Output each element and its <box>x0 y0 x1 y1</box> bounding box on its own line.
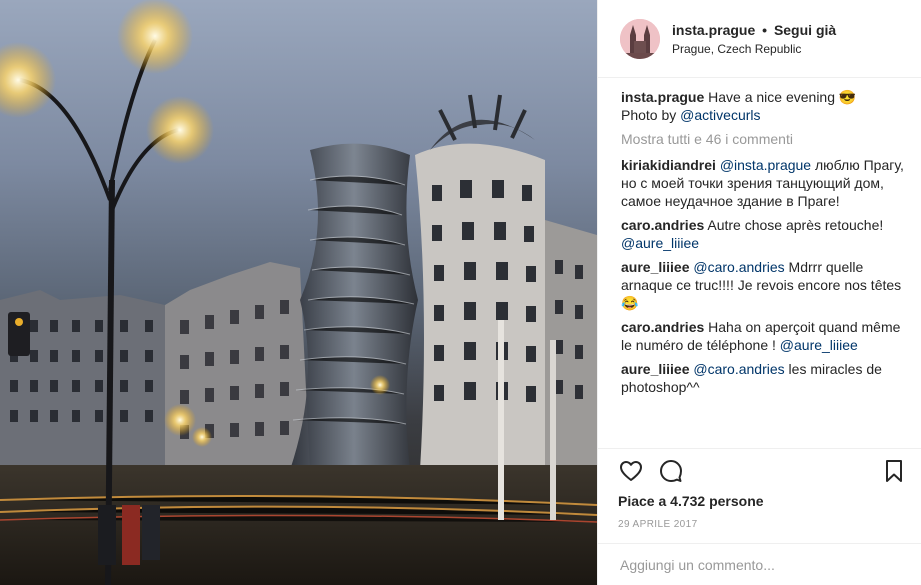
comment-item: aure_liiiee @caro.andries Mdrrr quelle a… <box>621 258 907 312</box>
caption-username[interactable]: insta.prague <box>621 89 704 105</box>
comment-username[interactable]: aure_liiiee <box>621 361 690 377</box>
avatar[interactable] <box>620 18 660 59</box>
caption-credit-mention[interactable]: @activecurls <box>680 107 760 123</box>
comment-item: aure_liiiee @caro.andries les miracles d… <box>621 360 907 396</box>
dancing-house-image <box>0 0 597 585</box>
comment-icon[interactable] <box>658 458 684 484</box>
comment-username[interactable]: caro.andries <box>621 319 704 335</box>
comment-item: kiriakidiandrei @insta.prague люблю Праг… <box>621 156 907 210</box>
comment-mention[interactable]: @insta.prague <box>720 157 811 173</box>
comment-mention[interactable]: @caro.andries <box>693 259 784 275</box>
post-side-panel: insta.prague • Segui già Prague, Czech R… <box>597 0 921 585</box>
tyn-church-avatar-image <box>620 18 660 59</box>
follow-button[interactable]: Segui già <box>774 22 836 38</box>
comment-item: caro.andries Autre chose après retouche!… <box>621 216 907 252</box>
caption: insta.prague Have a nice evening 😎 Photo… <box>621 88 907 124</box>
post-date: 29 APRILE 2017 <box>618 519 698 530</box>
comment-username[interactable]: caro.andries <box>621 217 704 233</box>
caption-text: Have a nice evening 😎 <box>708 89 857 105</box>
caption-credit-prefix: Photo by <box>621 107 681 123</box>
likes-count[interactable]: Piace a 4.732 persone <box>618 493 907 509</box>
comment-text: Autre chose après retouche! <box>704 217 884 233</box>
comment-mention[interactable]: @caro.andries <box>693 361 784 377</box>
header-separator: • <box>762 22 768 38</box>
post-photo[interactable] <box>0 0 597 585</box>
comment-item: caro.andries Haha on aperçoit quand même… <box>621 318 907 354</box>
post-view: insta.prague • Segui già Prague, Czech R… <box>0 0 921 585</box>
post-actions: Piace a 4.732 persone 29 APRILE 2017 <box>598 448 921 530</box>
post-header: insta.prague • Segui già Prague, Czech R… <box>598 0 921 78</box>
add-comment-input[interactable] <box>618 555 902 574</box>
comment-mention[interactable]: @aure_liiiee <box>621 235 699 251</box>
comment-mention[interactable]: @aure_liiiee <box>780 337 858 353</box>
comments-section: insta.prague Have a nice evening 😎 Photo… <box>598 78 921 448</box>
heart-icon[interactable] <box>618 458 644 484</box>
add-comment-bar <box>598 543 921 585</box>
bookmark-icon[interactable] <box>881 458 907 484</box>
location-link[interactable]: Prague, Czech Republic <box>672 42 836 56</box>
view-all-comments-link[interactable]: Mostra tutti e 46 i commenti <box>621 130 907 148</box>
comment-username[interactable]: kiriakidiandrei <box>621 157 716 173</box>
comment-username[interactable]: aure_liiiee <box>621 259 690 275</box>
header-username[interactable]: insta.prague <box>672 22 755 38</box>
